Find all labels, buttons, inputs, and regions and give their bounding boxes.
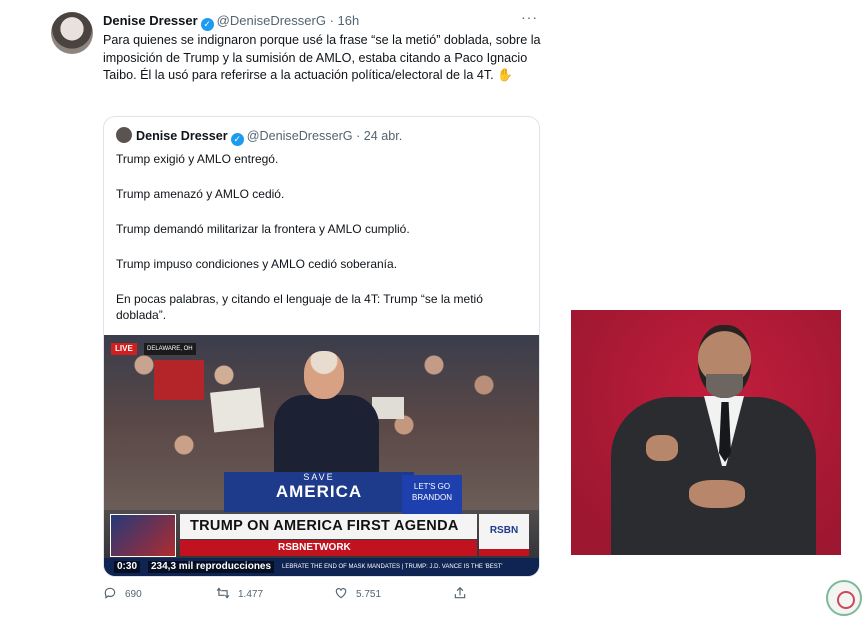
- retweet-icon: [216, 587, 230, 599]
- news-ticker: LEBRATE THE END OF MASK MANDATES | TRUMP…: [104, 558, 539, 576]
- quote-header: Denise Dresser ✓ @DeniseDresserG · 24 abr.: [116, 127, 402, 146]
- tweet-actions: 690 1.477 5.751: [103, 585, 523, 605]
- video-thumbnail: [110, 514, 176, 557]
- separator: ·: [356, 129, 361, 143]
- tweet-text: Para quienes se indignaron porque usé la…: [103, 33, 541, 83]
- retweet-button[interactable]: 1.477: [216, 585, 263, 605]
- interpreter-hand: [646, 435, 678, 461]
- more-options-icon[interactable]: ···: [521, 9, 538, 25]
- like-count: 5.751: [356, 589, 382, 600]
- reply-icon: [104, 587, 116, 599]
- retweet-count: 1.477: [238, 589, 264, 600]
- headline-bar: TRUMP ON AMERICA FIRST AGENDA: [180, 514, 477, 539]
- interpreter-beard: [706, 374, 743, 398]
- tweet-time[interactable]: 16h: [338, 13, 360, 28]
- quote-date: 24 abr.: [363, 129, 403, 143]
- quote-avatar: [116, 127, 132, 143]
- quote-paragraph: Trump exigió y AMLO entregó.: [116, 152, 279, 166]
- lower-third: TRUMP ON AMERICA FIRST AGENDA RSBNETWORK…: [104, 511, 539, 576]
- podium-big-text: AMERICA: [275, 482, 363, 501]
- tweet[interactable]: Denise Dresser ✓ @DeniseDresserG · 16h ···…: [42, 4, 560, 616]
- quote-author-name: Denise Dresser: [136, 129, 228, 143]
- author-name[interactable]: Denise Dresser: [103, 13, 198, 28]
- avatar[interactable]: [51, 12, 93, 54]
- reply-button[interactable]: 690: [103, 585, 142, 605]
- quote-paragraph: Trump amenazó y AMLO cedió.: [116, 187, 285, 201]
- ticker-text: LEBRATE THE END OF MASK MANDATES | TRUMP…: [282, 564, 503, 570]
- crowd-sign: [210, 387, 264, 433]
- speaker-figure: [274, 395, 379, 475]
- verified-icon: ✓: [230, 133, 244, 146]
- crowd-sign: [154, 360, 204, 400]
- tweet-header: Denise Dresser ✓ @DeniseDresserG · 16h: [103, 13, 359, 31]
- separator: ·: [329, 13, 334, 28]
- quoted-tweet[interactable]: Denise Dresser ✓ @DeniseDresserG · 24 abr.…: [103, 116, 540, 577]
- quote-text: Trump exigió y AMLO entregó. Trump amena…: [116, 151, 526, 342]
- podium-sign: SAVE AMERICA: [224, 472, 414, 512]
- verified-icon: ✓: [200, 18, 214, 31]
- video-timecode: 0:30: [114, 561, 141, 573]
- live-badge: LIVE: [111, 343, 137, 355]
- quote-handle: @DeniseDresserG: [246, 129, 353, 143]
- embedded-video[interactable]: LIVE DELAWARE, OH SAVE AMERICA LET'S GO …: [104, 335, 539, 576]
- quote-paragraph: Trump impuso condiciones y AMLO cedió so…: [116, 257, 398, 271]
- author-handle[interactable]: @DeniseDresserG: [217, 13, 326, 28]
- government-logo-icon: [826, 580, 862, 616]
- interpreter-hand: [689, 480, 745, 508]
- network-logo: RSBN: [479, 514, 529, 556]
- channel-bar: RSBNETWORK: [180, 540, 477, 556]
- view-count: 234,3 mil reproducciones: [148, 561, 275, 573]
- share-icon: [454, 586, 466, 599]
- share-button[interactable]: [453, 585, 475, 605]
- quote-paragraph: En pocas palabras, y citando el lenguaje…: [116, 292, 483, 322]
- heart-icon: [335, 588, 347, 599]
- crowd-sign-text: LET'S GO BRANDON: [402, 475, 462, 515]
- reply-count: 690: [125, 589, 142, 600]
- sign-language-interpreter: [571, 310, 841, 555]
- quote-paragraph: Trump demandó militarizar la frontera y …: [116, 222, 410, 236]
- speaker-head: [304, 351, 344, 399]
- like-button[interactable]: 5.751: [334, 585, 381, 605]
- location-badge: DELAWARE, OH: [144, 343, 196, 355]
